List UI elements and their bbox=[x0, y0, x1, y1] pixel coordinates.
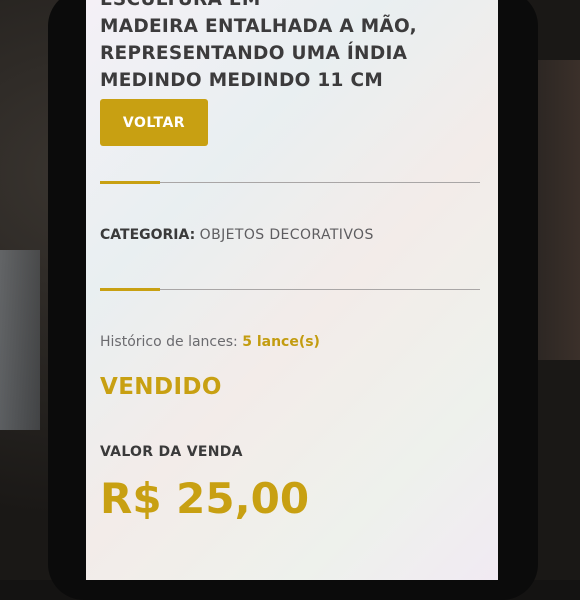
back-button[interactable]: VOLTAR bbox=[100, 99, 208, 146]
bid-history-count[interactable]: 5 lance(s) bbox=[242, 334, 320, 350]
sold-status: VENDIDO bbox=[100, 374, 222, 400]
category-label: CATEGORIA: bbox=[100, 227, 196, 243]
sale-value: R$ 25,00 bbox=[100, 474, 310, 523]
phone-screen: ESCULTURA EM MADEIRA ENTALHADA A MÃO, RE… bbox=[86, 0, 498, 580]
item-title-line: ESCULTURA EM bbox=[100, 0, 480, 13]
section-divider bbox=[100, 288, 480, 291]
bid-history-row: Histórico de lances: 5 lance(s) bbox=[100, 334, 320, 350]
item-title-line: MADEIRA ENTALHADA A MÃO, bbox=[100, 16, 417, 37]
divider-accent bbox=[100, 181, 160, 184]
sale-value-label: VALOR DA VENDA bbox=[100, 444, 243, 460]
item-title: ESCULTURA EM MADEIRA ENTALHADA A MÃO, RE… bbox=[100, 0, 480, 94]
section-divider bbox=[100, 181, 480, 184]
category-row: CATEGORIA: OBJETOS DECORATIVOS bbox=[100, 227, 374, 243]
bid-history-label: Histórico de lances: bbox=[100, 334, 238, 350]
item-title-line: REPRESENTANDO UMA ÍNDIA bbox=[100, 43, 408, 64]
background-object bbox=[0, 250, 40, 430]
category-value[interactable]: OBJETOS DECORATIVOS bbox=[200, 227, 374, 243]
item-title-line: MEDINDO MEDINDO 11 CM bbox=[100, 70, 384, 91]
divider-accent bbox=[100, 288, 160, 291]
